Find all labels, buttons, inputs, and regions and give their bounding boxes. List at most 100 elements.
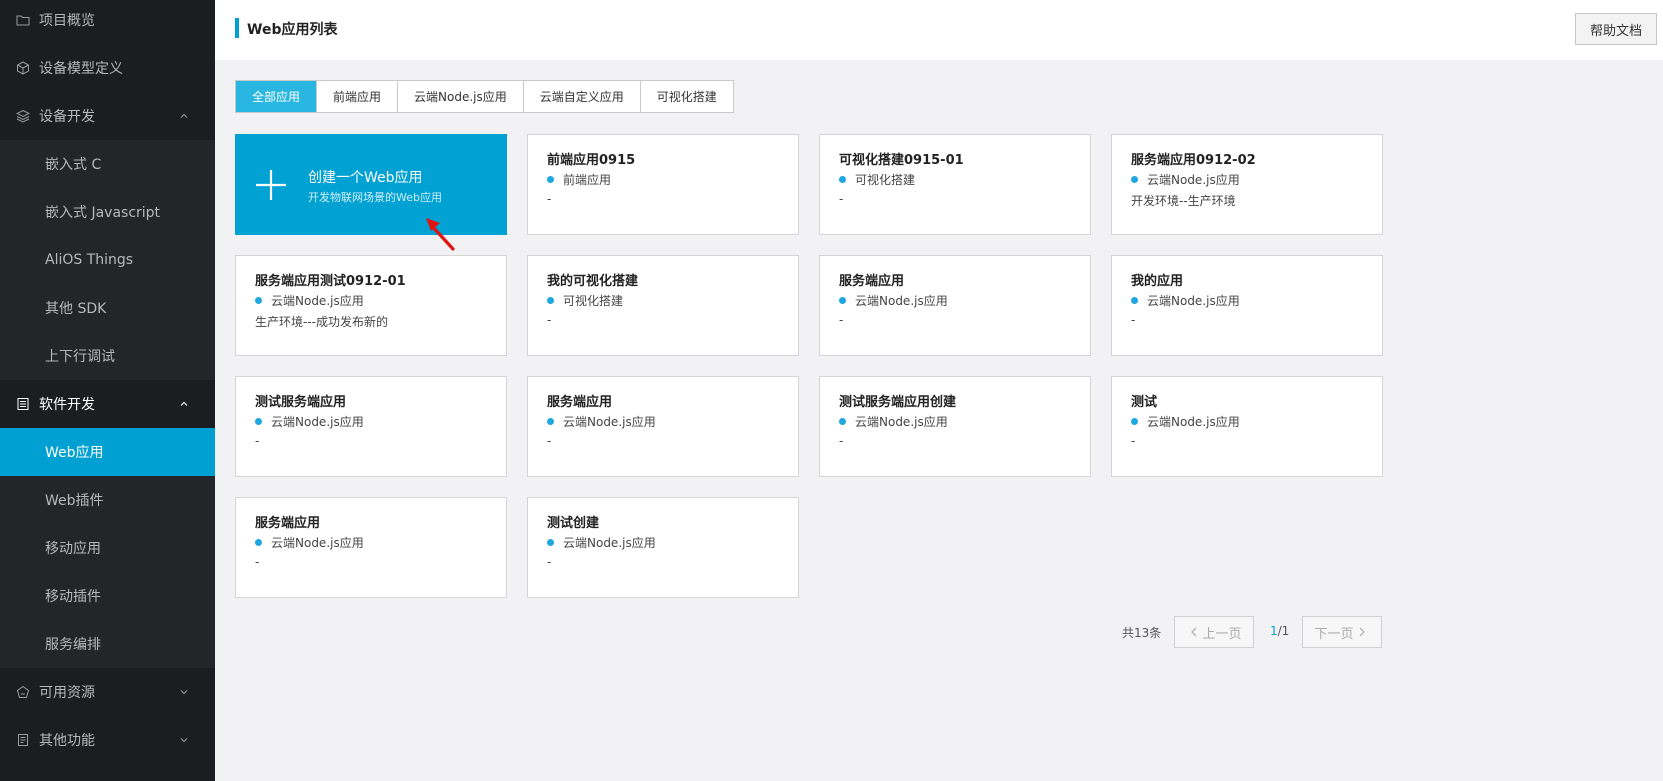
sidebar-item-orchestration[interactable]: 服务编排 bbox=[0, 620, 215, 668]
create-card-title: 创建一个Web应用 bbox=[308, 170, 423, 186]
sidebar-item-label: 嵌入式 Javascript bbox=[45, 205, 161, 221]
app-card-type: 云端Node.js应用 bbox=[839, 414, 1071, 429]
tab-cloud-custom-apps[interactable]: 云端自定义应用 bbox=[523, 81, 641, 112]
app-type-tabs: 全部应用 前端应用 云端Node.js应用 云端自定义应用 可视化搭建 bbox=[235, 80, 734, 113]
app-card-description: - bbox=[547, 434, 552, 448]
app-card-title: 测试服务端应用 bbox=[255, 395, 347, 410]
status-dot bbox=[255, 296, 262, 304]
sidebar-item-device-dev[interactable]: 设备开发 bbox=[0, 92, 215, 140]
cube-icon bbox=[16, 61, 30, 75]
app-card[interactable]: 我的应用 云端Node.js应用 - bbox=[1111, 255, 1383, 356]
app-card-description: 开发环境--生产环境 bbox=[1131, 194, 1236, 208]
app-card-description: - bbox=[839, 313, 844, 327]
sidebar-item-other-sdk[interactable]: 其他 SDK bbox=[0, 284, 215, 332]
app-card[interactable]: 我的可视化搭建 可视化搭建 - bbox=[527, 255, 799, 356]
app-card-title: 服务端应用 bbox=[547, 395, 613, 410]
sidebar-item-web-plugin[interactable]: Web插件 bbox=[0, 476, 215, 524]
status-dot bbox=[547, 417, 554, 425]
app-card[interactable]: 服务端应用测试0912-01 云端Node.js应用 生产环境---成功发布新的 bbox=[235, 255, 507, 356]
sidebar-item-label: 其他 SDK bbox=[45, 301, 107, 317]
page-indicator: 1/1 bbox=[1270, 624, 1289, 638]
status-dot bbox=[255, 538, 262, 546]
status-dot bbox=[255, 417, 262, 425]
app-card-title: 可视化搭建0915-01 bbox=[839, 153, 964, 168]
status-dot bbox=[1131, 175, 1138, 183]
app-card-type-label: 云端Node.js应用 bbox=[855, 293, 948, 308]
sidebar-item-resources[interactable]: 可用资源 bbox=[0, 668, 215, 716]
total-pages: /1 bbox=[1277, 624, 1290, 638]
list-icon bbox=[16, 733, 30, 747]
sidebar-item-web-app[interactable]: Web应用 bbox=[0, 428, 215, 476]
app-card[interactable]: 服务端应用0912-02 云端Node.js应用 开发环境--生产环境 bbox=[1111, 134, 1383, 235]
current-page: 1 bbox=[1270, 624, 1278, 638]
sidebar-item-label: 其他功能 bbox=[39, 733, 95, 749]
app-card-description: - bbox=[547, 313, 552, 327]
status-dot bbox=[547, 538, 554, 546]
chevron-up-icon bbox=[179, 399, 189, 409]
app-card-title: 服务端应用 bbox=[255, 516, 321, 531]
document-icon bbox=[16, 397, 30, 411]
app-card-description: - bbox=[255, 434, 260, 448]
resource-icon bbox=[16, 685, 30, 699]
sidebar-item-label: 服务编排 bbox=[45, 637, 101, 653]
sidebar-item-debug[interactable]: 上下行调试 bbox=[0, 332, 215, 380]
app-card-description: 生产环境---成功发布新的 bbox=[255, 315, 388, 329]
tab-visual-builder[interactable]: 可视化搭建 bbox=[640, 81, 733, 112]
next-page-button[interactable]: 下一页 bbox=[1302, 616, 1382, 648]
app-card-description: - bbox=[255, 555, 260, 569]
app-card[interactable]: 前端应用0915 前端应用 - bbox=[527, 134, 799, 235]
app-card-type-label: 前端应用 bbox=[563, 172, 612, 187]
layers-icon bbox=[16, 109, 30, 123]
sidebar-item-label: 项目概览 bbox=[39, 13, 95, 29]
app-card-type-label: 可视化搭建 bbox=[563, 293, 624, 308]
chevron-up-icon bbox=[179, 111, 189, 121]
app-card[interactable]: 测试服务端应用 云端Node.js应用 - bbox=[235, 376, 507, 477]
help-docs-button[interactable]: 帮助文档 bbox=[1575, 13, 1657, 45]
sidebar-item-label: 嵌入式 C bbox=[45, 157, 102, 173]
app-card-type: 前端应用 bbox=[547, 172, 779, 187]
sidebar-item-mobile-app[interactable]: 移动应用 bbox=[0, 524, 215, 572]
app-card-type-label: 云端Node.js应用 bbox=[855, 414, 948, 429]
sidebar-item-embedded-js[interactable]: 嵌入式 Javascript bbox=[0, 188, 215, 236]
app-card-type: 可视化搭建 bbox=[839, 172, 1071, 187]
app-card-type-label: 云端Node.js应用 bbox=[271, 293, 364, 308]
app-card[interactable]: 测试服务端应用创建 云端Node.js应用 - bbox=[819, 376, 1091, 477]
sidebar-item-software-dev[interactable]: 软件开发 bbox=[0, 380, 215, 428]
sidebar-item-other-features[interactable]: 其他功能 bbox=[0, 716, 215, 764]
page-header: Web应用列表 帮助文档 bbox=[215, 0, 1663, 60]
app-card-type: 云端Node.js应用 bbox=[255, 293, 487, 308]
tab-all-apps[interactable]: 全部应用 bbox=[236, 81, 318, 112]
sidebar-item-embedded-c[interactable]: 嵌入式 C bbox=[0, 140, 215, 188]
prev-page-button[interactable]: 上一页 bbox=[1174, 616, 1254, 648]
app-card[interactable]: 测试 云端Node.js应用 - bbox=[1111, 376, 1383, 477]
tab-frontend-apps[interactable]: 前端应用 bbox=[317, 81, 399, 112]
status-dot bbox=[1131, 296, 1138, 304]
app-card[interactable]: 服务端应用 云端Node.js应用 - bbox=[235, 497, 507, 598]
app-card-title: 服务端应用 bbox=[839, 274, 905, 289]
tab-cloud-nodejs-apps[interactable]: 云端Node.js应用 bbox=[398, 81, 524, 112]
app-card-type: 云端Node.js应用 bbox=[1131, 293, 1363, 308]
status-dot bbox=[839, 417, 846, 425]
app-card-type: 云端Node.js应用 bbox=[255, 535, 487, 550]
sidebar-item-mobile-plugin[interactable]: 移动插件 bbox=[0, 572, 215, 620]
app-card[interactable]: 服务端应用 云端Node.js应用 - bbox=[819, 255, 1091, 356]
app-card[interactable]: 服务端应用 云端Node.js应用 - bbox=[527, 376, 799, 477]
app-card-title: 我的应用 bbox=[1131, 274, 1184, 289]
app-card-type-label: 云端Node.js应用 bbox=[563, 535, 656, 550]
sidebar-item-overview[interactable]: 项目概览 bbox=[0, 0, 215, 44]
app-card-description: - bbox=[839, 434, 844, 448]
total-count: 共13条 bbox=[1122, 626, 1162, 640]
sidebar-item-label: 移动应用 bbox=[45, 541, 101, 557]
sidebar-item-device-model[interactable]: 设备模型定义 bbox=[0, 44, 215, 92]
plus-icon bbox=[256, 170, 286, 200]
sidebar-item-alios[interactable]: AliOS Things bbox=[0, 236, 215, 284]
create-web-app-card[interactable]: 创建一个Web应用 开发物联网场景的Web应用 bbox=[235, 134, 507, 235]
app-card-description: - bbox=[1131, 434, 1136, 448]
app-card[interactable]: 测试创建 云端Node.js应用 - bbox=[527, 497, 799, 598]
status-dot bbox=[839, 175, 846, 183]
chevron-left-icon bbox=[1191, 627, 1197, 637]
app-card[interactable]: 可视化搭建0915-01 可视化搭建 - bbox=[819, 134, 1091, 235]
sidebar-item-label: 移动插件 bbox=[45, 589, 101, 605]
status-dot bbox=[839, 296, 846, 304]
app-card-title: 服务端应用0912-02 bbox=[1131, 153, 1256, 168]
